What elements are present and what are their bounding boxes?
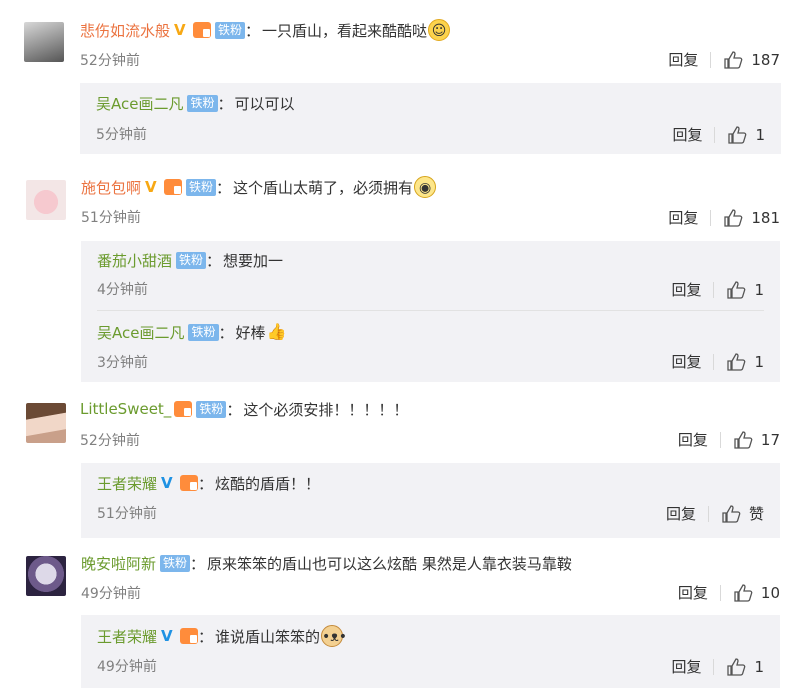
fan-badge: 铁粉 — [187, 94, 218, 112]
timestamp: 52分钟前 — [80, 53, 140, 69]
like-icon[interactable] — [723, 50, 743, 69]
fan-badge: 铁粉 — [186, 178, 217, 196]
username[interactable]: LittleSweet_ — [80, 400, 171, 418]
username[interactable]: 王者荣耀 — [97, 626, 157, 647]
reply-list: 王者荣耀 V ： 谁说盾山笨笨的 •ᴥ• 49分钟前 回复 1 — [81, 615, 780, 688]
comment-text: 这个必须安排！！！！！ — [243, 400, 409, 419]
member-crown-icon — [164, 179, 183, 195]
username[interactable]: 吴Ace画二凡 — [96, 93, 183, 114]
verified-icon: V — [174, 21, 186, 39]
reply-text: 可以可以 — [234, 94, 295, 113]
fan-badge: 铁粉 — [188, 323, 219, 341]
comment-text: 原来笨笨的盾山也可以这么炫酷 果然是人靠衣装马靠鞍 — [207, 554, 572, 573]
avatar[interactable] — [24, 22, 64, 62]
reply-text: 炫酷的盾盾！！ — [215, 474, 321, 493]
fan-badge: 铁粉 — [176, 251, 207, 269]
fan-badge: 铁粉 — [160, 554, 191, 572]
like-count: 187 — [751, 50, 780, 69]
reply-text: 想要加一 — [223, 251, 284, 270]
reply-button[interactable]: 回复 — [678, 582, 708, 603]
reply-list: 番茄小甜酒 铁粉 ： 想要加一 4分钟前 回复 1 吴Ace画二凡 铁粉 ： 好… — [81, 241, 780, 382]
comment-text: 一只盾山，看起来酷酷哒 — [262, 21, 428, 40]
avatar[interactable] — [26, 403, 66, 443]
username[interactable]: 王者荣耀 — [97, 473, 157, 494]
reply-text: 谁说盾山笨笨的 — [215, 627, 321, 646]
timestamp: 49分钟前 — [81, 586, 141, 602]
reply-text: 好棒 — [235, 323, 266, 342]
member-crown-icon — [180, 628, 199, 644]
reply-list: 吴Ace画二凡 铁粉 ： 可以可以 5分钟前 回复 1 — [80, 83, 781, 154]
like-count: 1 — [754, 657, 764, 676]
reply-button[interactable]: 回复 — [668, 49, 698, 70]
timestamp: 51分钟前 — [97, 506, 157, 522]
reply-button[interactable]: 回复 — [671, 351, 701, 372]
avatar[interactable] — [26, 556, 66, 596]
timestamp: 4分钟前 — [97, 282, 148, 298]
avatar[interactable] — [26, 180, 66, 220]
like-icon[interactable] — [733, 430, 753, 449]
comment-text: 这个盾山太萌了，必须拥有 — [233, 178, 414, 197]
reply-list: 王者荣耀 V ： 炫酷的盾盾！！ 51分钟前 回复 赞 — [81, 463, 780, 538]
like-icon[interactable] — [726, 280, 746, 299]
verified-icon: V — [161, 627, 173, 645]
member-crown-icon — [174, 401, 193, 417]
like-count: 赞 — [748, 505, 764, 523]
member-crown-icon — [193, 22, 212, 38]
smile-emoji-icon: ☺ — [428, 19, 451, 41]
like-count: 1 — [754, 280, 764, 299]
like-count: 17 — [760, 430, 780, 449]
reply-button[interactable]: 回复 — [671, 279, 701, 300]
thumbs-up-emoji-icon: 👍 — [266, 322, 287, 341]
like-icon[interactable] — [723, 208, 743, 227]
username[interactable]: 施包包啊 — [81, 177, 141, 198]
like-icon[interactable] — [721, 504, 741, 523]
timestamp: 51分钟前 — [81, 210, 141, 226]
like-icon[interactable] — [727, 125, 747, 144]
like-icon[interactable] — [726, 657, 746, 676]
like-count: 181 — [751, 208, 780, 227]
member-crown-icon — [180, 475, 199, 491]
reply-button[interactable]: 回复 — [668, 207, 698, 228]
timestamp: 52分钟前 — [80, 433, 140, 449]
doge-emoji-icon: •ᴥ• — [321, 625, 347, 647]
verified-icon: V — [161, 474, 173, 492]
username[interactable]: 吴Ace画二凡 — [97, 322, 184, 343]
reply-button[interactable]: 回复 — [672, 124, 702, 145]
reply-button[interactable]: 回复 — [678, 429, 708, 450]
reply-button[interactable]: 回复 — [671, 656, 701, 677]
glasses-emoji-icon: ◉ — [414, 176, 437, 198]
like-count: 1 — [754, 352, 764, 371]
fan-badge: 铁粉 — [196, 400, 227, 418]
timestamp: 3分钟前 — [97, 355, 148, 371]
like-count: 1 — [755, 125, 765, 144]
like-count: 10 — [760, 583, 780, 602]
fan-badge: 铁粉 — [215, 21, 246, 39]
like-icon[interactable] — [726, 352, 746, 371]
username[interactable]: 晚安啦阿新 — [81, 553, 156, 574]
verified-icon: V — [145, 178, 157, 196]
timestamp: 5分钟前 — [96, 127, 147, 143]
timestamp: 49分钟前 — [97, 659, 157, 675]
username[interactable]: 悲伤如流水般 — [80, 20, 170, 41]
username[interactable]: 番茄小甜酒 — [97, 250, 172, 271]
like-icon[interactable] — [733, 583, 753, 602]
reply-button[interactable]: 回复 — [666, 503, 696, 524]
